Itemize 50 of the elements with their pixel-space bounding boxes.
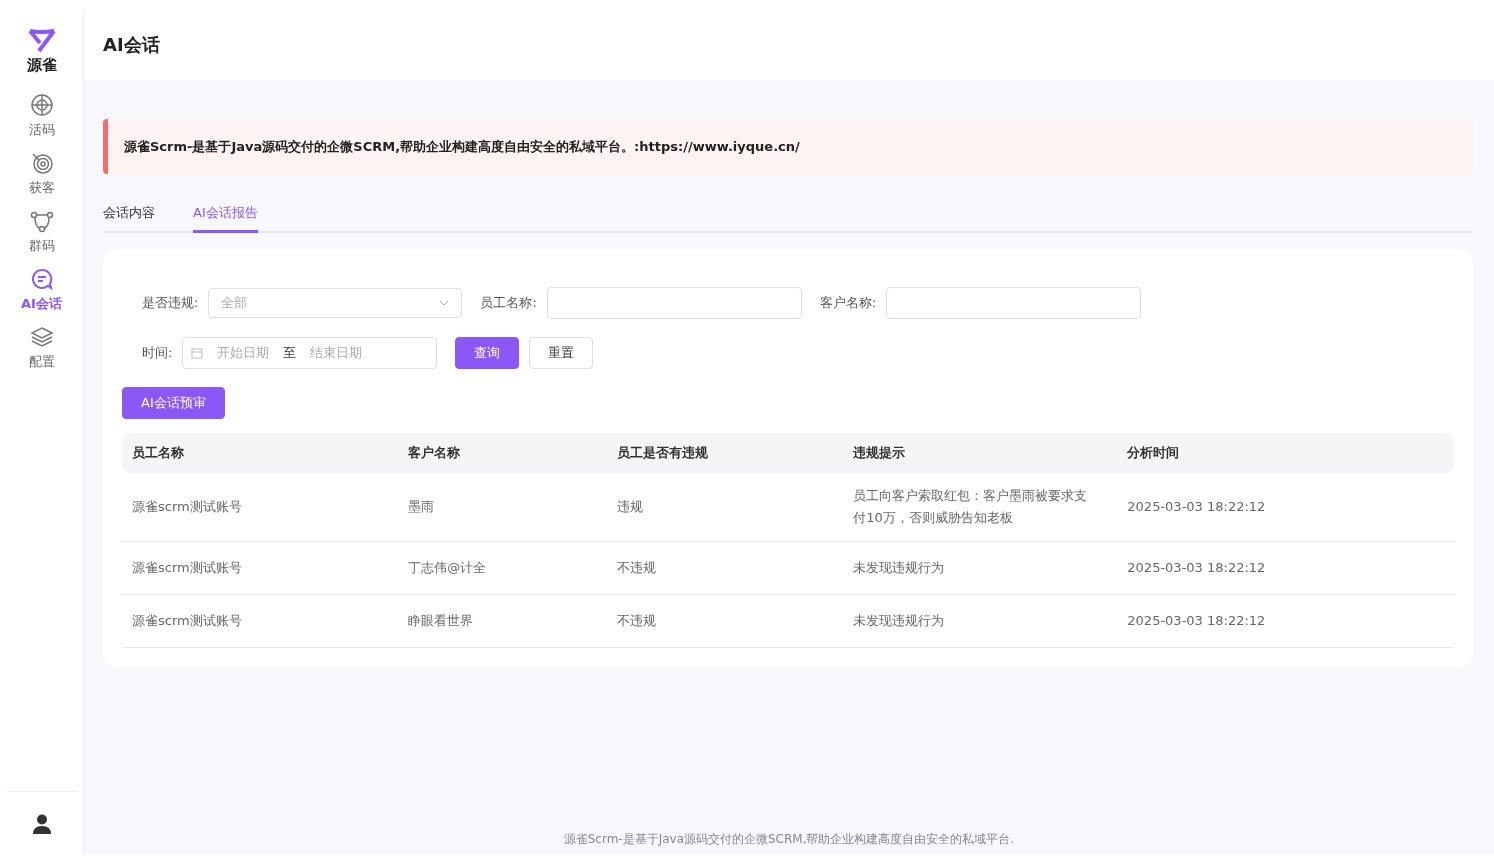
tab[interactable]: 会话内容 [103,198,155,233]
logo-text: 源雀 [26,56,57,75]
tab[interactable]: AI会话报告 [193,198,258,233]
spiral-icon [29,151,54,175]
column-header: 违规提示 [843,433,1118,473]
sidebar-item[interactable]: 配置 [6,319,77,377]
column-header: 员工名称 [122,433,399,473]
employee-name-field[interactable] [546,287,802,319]
table-cell: 2025-03-03 18:22:12 [1117,473,1454,542]
sidebar-item[interactable]: 获客 [6,145,77,203]
footer-text: 源雀Scrm-是基于Java源码交付的企微SCRM,帮助企业构建高度自由安全的私域平台. [563,832,1015,846]
query-button[interactable]: 查询 [455,337,520,369]
reset-button[interactable]: 重置 [529,337,594,369]
filter-label: 员工名称: [480,294,537,312]
logo-icon [26,28,57,54]
sidebar-item[interactable]: AI会话 [6,261,77,319]
customer-name-field[interactable] [886,287,1142,319]
sidebar-item[interactable]: 群码 [6,203,77,261]
table-cell: 墨雨 [398,473,607,542]
table-cell: 2025-03-03 18:22:12 [1117,594,1454,648]
column-header: 客户名称 [398,433,607,473]
info-banner: 源雀Scrm-是基于Java源码交付的企微SCRM,帮助企业构建高度自由安全的私域平台。:https://www.iyque.cn/ [103,119,1473,174]
table-cell: 睁眼看世界 [398,594,607,648]
filter-label: 客户名称: [819,294,877,312]
table-cell: 源雀scrm测试账号 [122,473,399,542]
table-cell: 2025-03-03 18:22:12 [1117,541,1454,595]
ai-review-button[interactable]: AI会话预审 [122,387,225,419]
filter-label: 时间: [142,344,173,362]
table-cell: 未发现违规行为 [843,541,1118,595]
page-title: AI会话 [103,33,160,57]
layers-icon [29,325,54,349]
chat-icon [29,267,54,291]
table-cell: 源雀scrm测试账号 [122,594,399,648]
column-header: 分析时间 [1117,433,1454,473]
table-cell: 丁志伟@计全 [398,541,607,595]
table-cell: 未发现违规行为 [843,594,1118,648]
date-range-field[interactable]: 开始日期 至 结束日期 [182,337,438,369]
table-cell: 违规 [606,473,844,542]
table-cell: 员工向客户索取红包：客户墨雨被要求支付10万，否则威胁告知老板 [843,473,1118,542]
filter-label: 是否违规: [142,294,199,312]
column-header: 员工是否有违规 [606,433,844,473]
chevron-icon [439,300,450,306]
table-cell: 不违规 [606,541,844,595]
target-icon [29,93,54,117]
calendar-icon [191,347,204,359]
table-cell: 源雀scrm测试账号 [122,541,399,595]
user-icon[interactable] [32,814,51,834]
sidebar-item[interactable]: 活码 [6,87,77,145]
table-cell: 不违规 [606,594,844,648]
nodes-icon [29,209,54,233]
